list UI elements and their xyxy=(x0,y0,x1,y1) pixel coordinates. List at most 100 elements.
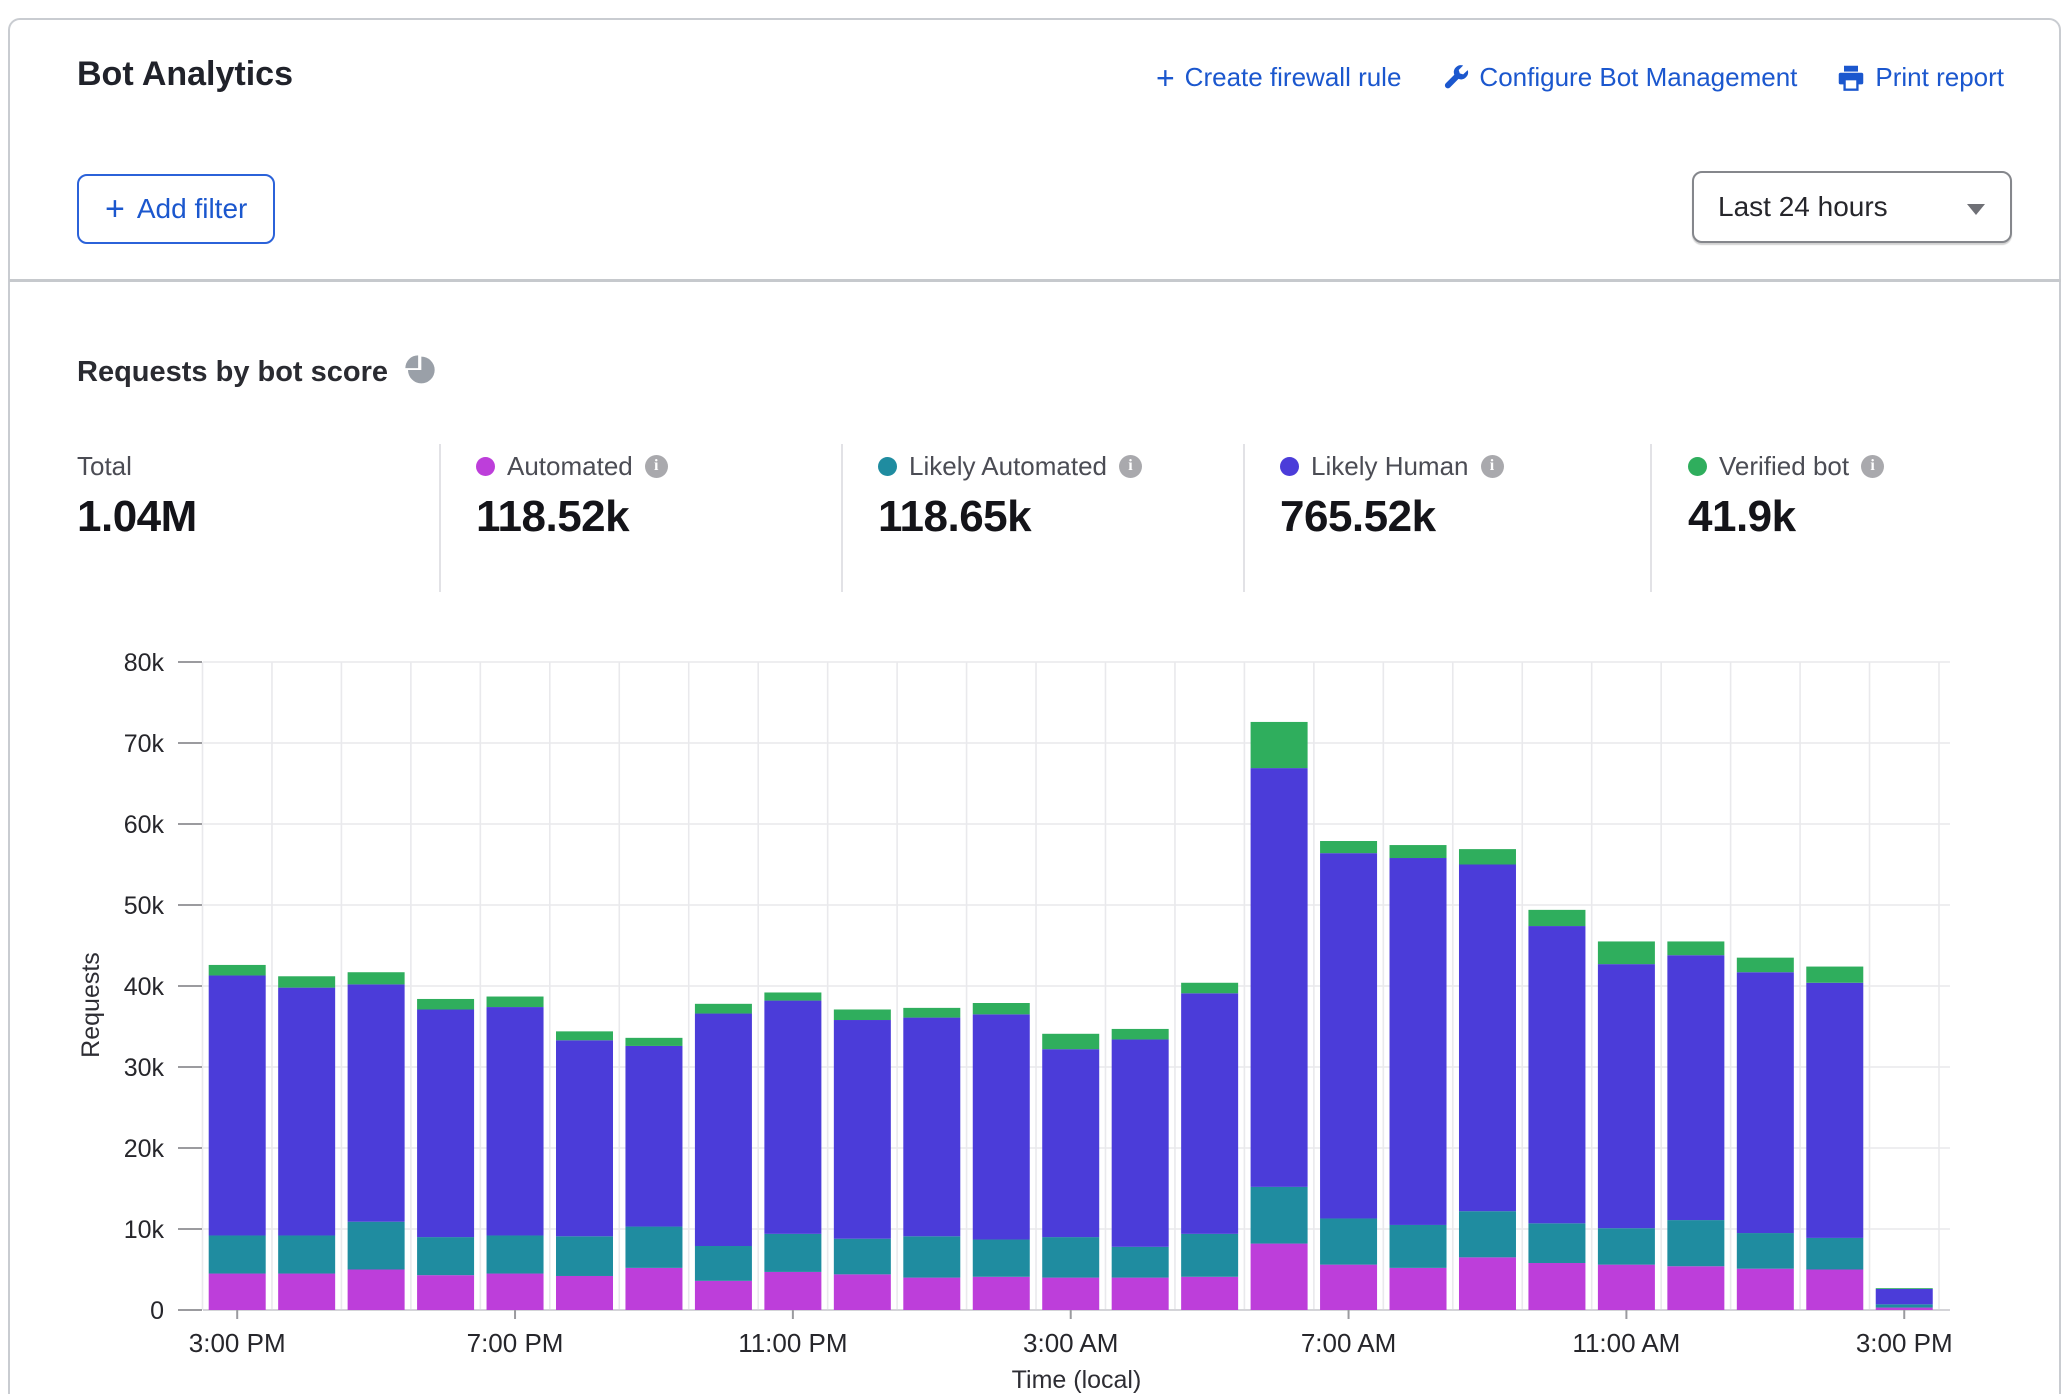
bar-5-00-am[interactable] xyxy=(1181,983,1238,1310)
time-range-select[interactable]: Last 24 hours xyxy=(1692,171,2012,243)
stat-likely-automated: Likely Automatedi118.65k xyxy=(878,450,1142,542)
bar-segment-automated xyxy=(1528,1263,1585,1310)
bar-segment-automated xyxy=(556,1276,613,1310)
y-axis-label: 60k xyxy=(124,811,165,839)
bar-segment-likely-human xyxy=(1667,955,1724,1220)
info-icon[interactable]: i xyxy=(1861,455,1884,478)
bar-segment-likely-automated xyxy=(903,1236,960,1277)
bar-1-00-am[interactable] xyxy=(903,1008,960,1310)
bar-segment-verified-bot xyxy=(1667,941,1724,955)
bar-segment-likely-human xyxy=(1251,768,1308,1187)
bar-segment-likely-automated xyxy=(1737,1233,1794,1269)
bar-segment-likely-human xyxy=(417,1009,474,1237)
bot-analytics-page: Bot Analytics + Create firewall rule Con… xyxy=(0,0,2070,1394)
bar-segment-verified-bot xyxy=(834,1009,891,1020)
bar-segment-automated xyxy=(695,1281,752,1310)
add-filter-label: Add filter xyxy=(137,193,248,225)
bar-segment-verified-bot xyxy=(417,999,474,1010)
y-axis-title: Requests xyxy=(77,952,105,1058)
bar-segment-likely-automated xyxy=(487,1235,544,1273)
bar-segment-automated xyxy=(1042,1278,1099,1310)
bar-segment-likely-automated xyxy=(1598,1228,1655,1264)
header-actions: + Create firewall rule Configure Bot Man… xyxy=(1156,62,2004,93)
bar-segment-likely-human xyxy=(1459,865,1516,1212)
bar-segment-likely-human xyxy=(556,1040,613,1236)
bar-segment-automated xyxy=(209,1274,266,1310)
bar-7-00-am[interactable] xyxy=(1320,841,1377,1310)
bar-segment-automated xyxy=(1320,1265,1377,1310)
bar-8-00-pm[interactable] xyxy=(556,1031,613,1310)
printer-icon xyxy=(1837,64,1865,92)
bar-8-00-am[interactable] xyxy=(1390,845,1447,1310)
print-report-label: Print report xyxy=(1875,62,2004,93)
configure-bot-management-link[interactable]: Configure Bot Management xyxy=(1441,62,1797,93)
stat-verified-bot: Verified boti41.9k xyxy=(1688,450,1884,542)
legend-dot xyxy=(476,457,495,476)
bar-11-00-am[interactable] xyxy=(1598,941,1655,1310)
page-title: Bot Analytics xyxy=(77,55,293,94)
create-firewall-rule-link[interactable]: + Create firewall rule xyxy=(1156,62,1401,93)
bar-12-00-pm[interactable] xyxy=(1667,941,1724,1310)
bar-segment-likely-human xyxy=(278,988,335,1236)
bar-3-00-pm[interactable] xyxy=(209,965,266,1310)
bar-3-00-pm[interactable] xyxy=(1876,1288,1933,1310)
bar-5-00-pm[interactable] xyxy=(348,972,405,1310)
print-report-link[interactable]: Print report xyxy=(1837,62,2004,93)
bar-segment-likely-automated xyxy=(764,1234,821,1272)
section-title: Requests by bot score xyxy=(77,356,388,389)
bar-9-00-am[interactable] xyxy=(1459,849,1516,1310)
stat-value: 118.52k xyxy=(476,492,668,542)
info-icon[interactable]: i xyxy=(1481,455,1504,478)
bar-segment-verified-bot xyxy=(1181,983,1238,994)
bar-4-00-am[interactable] xyxy=(1112,1029,1169,1310)
bar-segment-automated xyxy=(1181,1277,1238,1310)
bar-4-00-pm[interactable] xyxy=(278,976,335,1310)
bar-11-00-pm[interactable] xyxy=(764,992,821,1310)
bar-3-00-am[interactable] xyxy=(1042,1034,1099,1310)
bar-segment-likely-human xyxy=(764,1001,821,1234)
add-filter-button[interactable]: + Add filter xyxy=(77,174,275,244)
bar-segment-verified-bot xyxy=(1459,849,1516,864)
bar-segment-likely-human xyxy=(1598,964,1655,1228)
bar-6-00-pm[interactable] xyxy=(417,999,474,1310)
info-icon[interactable]: i xyxy=(1119,455,1142,478)
bar-7-00-pm[interactable] xyxy=(487,997,544,1310)
bar-10-00-pm[interactable] xyxy=(695,1004,752,1310)
bar-2-00-pm[interactable] xyxy=(1806,967,1863,1310)
bar-segment-automated xyxy=(764,1272,821,1310)
info-icon[interactable]: i xyxy=(645,455,668,478)
bar-6-00-am[interactable] xyxy=(1251,722,1308,1310)
stat-divider xyxy=(841,444,843,592)
bar-12-00-am[interactable] xyxy=(834,1009,891,1310)
bar-segment-verified-bot xyxy=(764,992,821,1000)
bar-segment-likely-human xyxy=(1112,1039,1169,1246)
bar-segment-verified-bot xyxy=(1876,1288,1933,1289)
bar-segment-likely-automated xyxy=(973,1240,1030,1277)
bar-segment-likely-automated xyxy=(1667,1220,1724,1266)
y-axis-label: 30k xyxy=(124,1054,165,1082)
bar-segment-likely-human xyxy=(209,975,266,1235)
bar-segment-likely-automated xyxy=(695,1246,752,1281)
bar-segment-automated xyxy=(1390,1268,1447,1310)
bar-segment-likely-automated xyxy=(417,1237,474,1275)
stat-value: 1.04M xyxy=(77,492,197,542)
bar-2-00-am[interactable] xyxy=(973,1003,1030,1310)
legend-dot xyxy=(1688,457,1707,476)
bar-segment-verified-bot xyxy=(625,1038,682,1046)
y-axis-label: 0 xyxy=(150,1297,164,1325)
bar-10-00-am[interactable] xyxy=(1528,910,1585,1310)
requests-chart[interactable]: 010k20k30k40k50k60k70k80k3:00 PM7:00 PM1… xyxy=(0,630,2070,1394)
bar-segment-likely-automated xyxy=(1876,1304,1933,1307)
plus-icon: + xyxy=(105,198,125,220)
bar-segment-likely-human xyxy=(1181,993,1238,1234)
x-axis-label: 3:00 PM xyxy=(189,1328,286,1358)
stat-automated: Automatedi118.52k xyxy=(476,450,668,542)
bar-9-00-pm[interactable] xyxy=(625,1038,682,1310)
bar-segment-verified-bot xyxy=(1737,958,1794,973)
bar-segment-likely-automated xyxy=(1459,1211,1516,1257)
bar-segment-automated xyxy=(1459,1257,1516,1310)
bar-segment-automated xyxy=(903,1278,960,1310)
bar-segment-likely-human xyxy=(1806,983,1863,1238)
bar-1-00-pm[interactable] xyxy=(1737,958,1794,1310)
bar-segment-automated xyxy=(1806,1270,1863,1311)
